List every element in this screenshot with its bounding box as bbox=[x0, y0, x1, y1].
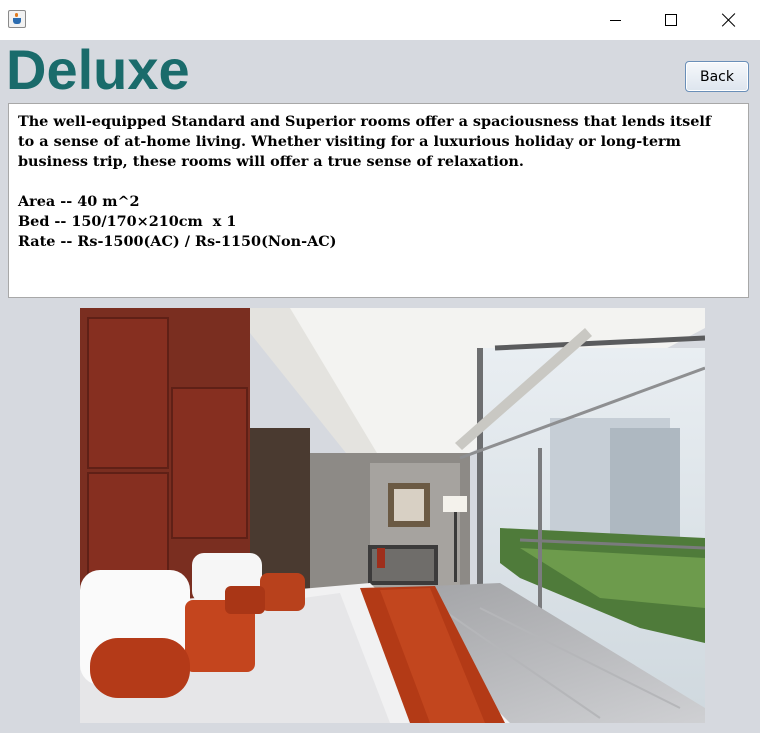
close-button[interactable] bbox=[700, 0, 758, 40]
java-cup-icon bbox=[8, 10, 26, 28]
description-blank-line bbox=[18, 172, 739, 192]
bed-line: Bed -- 150/170×210cm x 1 bbox=[18, 213, 237, 230]
description-line: business trip, these rooms will offer a … bbox=[18, 153, 524, 170]
minimize-button[interactable] bbox=[586, 0, 644, 40]
description-line: to a sense of at-home living. Whether vi… bbox=[18, 133, 681, 150]
title-bar bbox=[0, 0, 760, 40]
maximize-icon bbox=[665, 14, 677, 26]
hotel-room-photo bbox=[80, 308, 705, 723]
rate-line: Rate -- Rs-1500(AC) / Rs-1150(Non-AC) bbox=[18, 233, 337, 250]
page-title: Deluxe bbox=[6, 38, 190, 101]
description-line: The well-equipped Standard and Superior … bbox=[18, 113, 712, 130]
description-text-area[interactable]: The well-equipped Standard and Superior … bbox=[8, 103, 749, 298]
close-icon bbox=[722, 13, 736, 27]
minimize-icon bbox=[609, 19, 621, 21]
maximize-button[interactable] bbox=[642, 0, 700, 40]
area-line: Area -- 40 m^2 bbox=[18, 193, 140, 210]
back-button[interactable]: Back bbox=[685, 61, 749, 92]
